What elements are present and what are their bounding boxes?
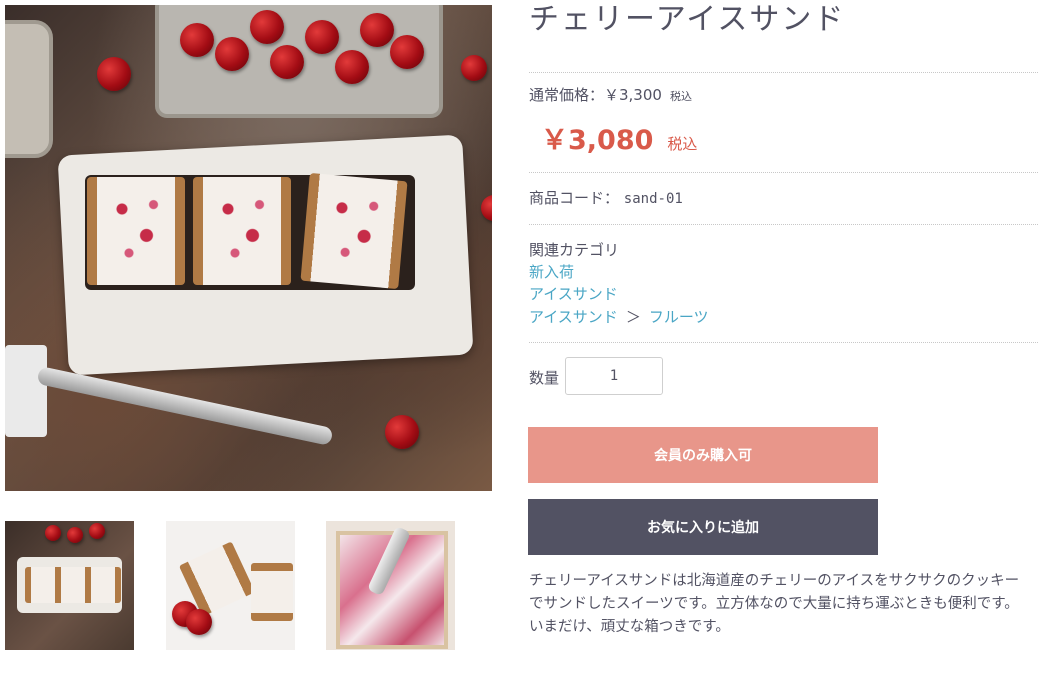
cherry <box>461 55 487 81</box>
category-link-ice-sandwich[interactable]: アイスサンド <box>529 283 618 304</box>
members-only-purchase-button[interactable]: 会員のみ購入可 <box>528 427 878 483</box>
cherry <box>186 609 212 635</box>
divider <box>529 342 1038 343</box>
cherry <box>335 50 369 84</box>
thumbnail-1[interactable] <box>5 521 134 650</box>
ice-sandwich <box>300 172 408 290</box>
category-link-ice-sandwich-parent[interactable]: アイスサンド <box>529 308 618 326</box>
ice-cream-scoop <box>36 366 334 446</box>
add-to-favorites-button[interactable]: お気に入りに追加 <box>528 499 878 555</box>
cherry <box>390 35 424 69</box>
thumbnail-2[interactable] <box>166 521 295 650</box>
cherry <box>481 195 492 221</box>
ice-sandwich <box>85 567 121 603</box>
sale-price-tax: 税込 <box>667 135 698 153</box>
product-code-value: sand-01 <box>623 191 683 207</box>
ice-sandwich <box>251 563 293 621</box>
main-product-image <box>5 5 492 491</box>
cherry <box>385 415 419 449</box>
cherry <box>180 23 214 57</box>
product-code-label: 商品コード： <box>529 189 620 207</box>
product-description: チェリーアイスサンドは北海道産のチェリーのアイスをサクサクのクッキーでサンドした… <box>529 570 1029 639</box>
cherry <box>270 45 304 79</box>
divider <box>529 172 1038 173</box>
cherry <box>45 525 61 541</box>
product-title: チェリーアイスサンド <box>529 2 846 37</box>
quantity-label: 数量 <box>529 369 560 387</box>
sale-price: ￥3,080 税込 <box>541 118 697 157</box>
cherry <box>215 37 249 71</box>
description-line-2: いまだけ、頑丈な箱つきです。 <box>529 619 730 635</box>
cherry <box>360 13 394 47</box>
normal-price: 通常価格：￥3,300 税込 <box>529 84 692 105</box>
category-separator: ＞ <box>625 308 641 326</box>
cherry <box>97 57 131 91</box>
scoop-head <box>5 345 47 437</box>
cherry <box>250 10 284 44</box>
side-plate <box>5 20 53 158</box>
normal-price-value: 通常価格：￥3,300 <box>529 86 662 104</box>
related-category-label: 関連カテゴリ <box>529 241 620 259</box>
cherry <box>89 523 105 539</box>
category-link-new-arrivals[interactable]: 新入荷 <box>529 261 574 282</box>
cherry <box>305 20 339 54</box>
divider <box>529 72 1038 73</box>
product-code: 商品コード： sand-01 <box>529 187 683 208</box>
description-line-1: チェリーアイスサンドは北海道産のチェリーのアイスをサクサクのクッキーでサンドした… <box>529 573 1020 612</box>
category-path: アイスサンド ＞ フルーツ <box>529 306 709 327</box>
thumbnail-3[interactable] <box>326 521 455 650</box>
category-link-fruits[interactable]: フルーツ <box>649 308 709 326</box>
normal-price-tax: 税込 <box>669 90 692 103</box>
sale-price-value: ￥3,080 <box>541 125 654 156</box>
ice-sandwich <box>87 177 185 285</box>
quantity-input[interactable] <box>565 357 663 395</box>
cherry <box>67 527 83 543</box>
divider <box>529 224 1038 225</box>
ice-sandwich <box>193 177 291 285</box>
